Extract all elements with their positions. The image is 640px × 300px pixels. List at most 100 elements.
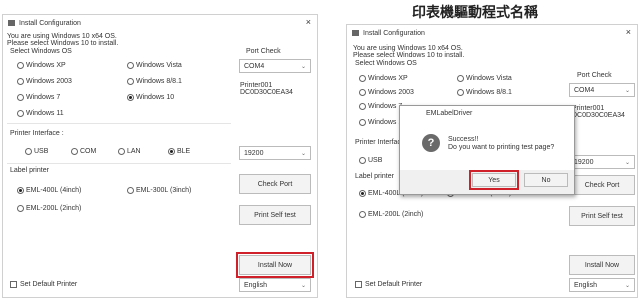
label-printer-label: Label printer xyxy=(355,173,394,180)
checkbox-icon xyxy=(10,281,17,288)
printer-radio-300[interactable]: EML-300L (3inch) xyxy=(127,187,191,194)
intro-line-2: Please select Windows 10 to install. xyxy=(7,40,119,47)
language-select[interactable]: English ⌄ xyxy=(239,278,311,292)
no-button[interactable]: No xyxy=(524,173,568,187)
port-info-1: Printer001 xyxy=(572,105,605,112)
os-radio-11[interactable]: Windows 11 xyxy=(17,110,64,117)
os-radio-7[interactable]: Windows 7 xyxy=(17,94,60,101)
app-icon xyxy=(352,30,359,36)
set-default-printer-checkbox[interactable]: Set Default Printer xyxy=(10,281,77,288)
radio-icon xyxy=(17,94,24,101)
port-check-label: Port Check xyxy=(577,72,612,79)
intro-line-2: Please select Windows 10 to install. xyxy=(353,52,465,59)
os-radio-xp[interactable]: Windows XP xyxy=(17,62,66,69)
dialog-message-2: Do you want to printing test page? xyxy=(448,144,555,151)
os-radio-2003[interactable]: Windows 2003 xyxy=(359,89,414,96)
page-heading: 印表機驅動程式名稱 xyxy=(412,5,538,21)
chevron-down-icon: ⌄ xyxy=(300,150,306,157)
close-icon[interactable]: × xyxy=(626,27,631,37)
os-radio-10[interactable]: Windows 10 xyxy=(127,94,174,101)
printer-radio-200[interactable]: EML-200L (2inch) xyxy=(359,211,423,218)
port-info-1: Printer001 xyxy=(240,82,273,89)
os-radio-vista[interactable]: Windows Vista xyxy=(457,75,512,82)
chevron-down-icon: ⌄ xyxy=(624,159,630,166)
radio-icon xyxy=(127,62,134,69)
label-printer-label: Label printer xyxy=(10,167,49,174)
os-radio-xp[interactable]: Windows XP xyxy=(359,75,408,82)
install-window-left: Install Configuration × You are using Wi… xyxy=(2,14,318,298)
os-radio-2003[interactable]: Windows 2003 xyxy=(17,78,72,85)
question-icon: ? xyxy=(422,134,440,152)
os-radio-8[interactable]: Windows 8/8.1 xyxy=(127,78,182,85)
radio-icon xyxy=(359,89,366,96)
port-select[interactable]: COM4 ⌄ xyxy=(569,83,635,97)
radio-icon xyxy=(359,211,366,218)
checkbox-icon xyxy=(355,281,362,288)
app-icon xyxy=(8,20,15,26)
check-port-button[interactable]: Check Port xyxy=(239,174,311,194)
radio-icon xyxy=(17,110,24,117)
radio-icon xyxy=(127,187,134,194)
radio-icon xyxy=(359,119,366,126)
window-title: Install Configuration xyxy=(363,29,425,37)
baud-select[interactable]: 19200 ⌄ xyxy=(569,155,635,169)
printer-radio-200[interactable]: EML-200L (2inch) xyxy=(17,205,81,212)
port-check-label: Port Check xyxy=(246,48,281,55)
radio-icon xyxy=(17,78,24,85)
os-radio-8[interactable]: Windows 8/8.1 xyxy=(457,89,512,96)
dialog-title: EMLabelDriver xyxy=(426,110,473,117)
chevron-down-icon: ⌄ xyxy=(300,63,306,70)
chevron-down-icon: ⌄ xyxy=(624,87,630,94)
install-window-right: Install Configuration × You are using Wi… xyxy=(346,24,638,298)
dialog-message-1: Success!! xyxy=(448,136,479,143)
interface-radio-usb[interactable]: USB xyxy=(25,148,48,155)
chevron-down-icon: ⌄ xyxy=(300,282,306,289)
radio-icon xyxy=(118,148,125,155)
titlebar: Install Configuration × xyxy=(3,15,317,31)
radio-icon xyxy=(457,89,464,96)
interface-radio-ble[interactable]: BLE xyxy=(168,148,190,155)
port-info-2: DC0D30C0EA34 xyxy=(240,89,293,96)
confirm-dialog: EMLabelDriver ? Success!! Do you want to… xyxy=(399,105,575,195)
select-os-label: Select Windows OS xyxy=(355,60,417,67)
highlight-box xyxy=(236,252,314,278)
radio-icon xyxy=(71,148,78,155)
radio-icon xyxy=(359,75,366,82)
printer-radio-400[interactable]: EML-400L (4inch) xyxy=(17,187,81,194)
printer-interface-label: Printer Interface : xyxy=(10,130,64,137)
titlebar: Install Configuration × xyxy=(347,25,637,41)
radio-icon xyxy=(457,75,464,82)
radio-icon xyxy=(17,205,24,212)
radio-icon xyxy=(17,62,24,69)
highlight-box xyxy=(469,170,519,190)
radio-icon xyxy=(359,103,366,110)
interface-radio-usb[interactable]: USB xyxy=(359,157,382,164)
set-default-printer-checkbox[interactable]: Set Default Printer xyxy=(355,281,422,288)
language-select[interactable]: English ⌄ xyxy=(569,278,635,292)
intro-line-1: You are using Windows 10 x64 OS. xyxy=(7,33,117,40)
interface-radio-com[interactable]: COM xyxy=(71,148,96,155)
close-icon[interactable]: × xyxy=(306,17,311,27)
radio-icon xyxy=(127,78,134,85)
window-title: Install Configuration xyxy=(19,19,81,27)
intro-line-1: You are using Windows 10 x64 OS. xyxy=(353,45,463,52)
radio-selected-icon xyxy=(168,148,175,155)
chevron-down-icon: ⌄ xyxy=(624,282,630,289)
divider xyxy=(7,123,231,124)
radio-icon xyxy=(25,148,32,155)
interface-radio-lan[interactable]: LAN xyxy=(118,148,141,155)
print-self-test-button[interactable]: Print Self test xyxy=(239,205,311,225)
radio-icon xyxy=(359,157,366,164)
port-info-2: DC0D30C0EA34 xyxy=(572,112,625,119)
baud-select[interactable]: 19200 ⌄ xyxy=(239,146,311,160)
os-radio-vista[interactable]: Windows Vista xyxy=(127,62,182,69)
select-os-label: Select Windows OS xyxy=(10,48,72,55)
radio-selected-icon xyxy=(17,187,24,194)
os-radio-7[interactable]: Windows 7 xyxy=(359,103,402,110)
divider xyxy=(7,163,231,164)
print-self-test-button[interactable]: Print Self test xyxy=(569,206,635,226)
radio-selected-icon xyxy=(127,94,134,101)
port-select[interactable]: COM4 ⌄ xyxy=(239,59,311,73)
install-now-button[interactable]: Install Now xyxy=(569,255,635,275)
check-port-button[interactable]: Check Port xyxy=(569,175,635,195)
